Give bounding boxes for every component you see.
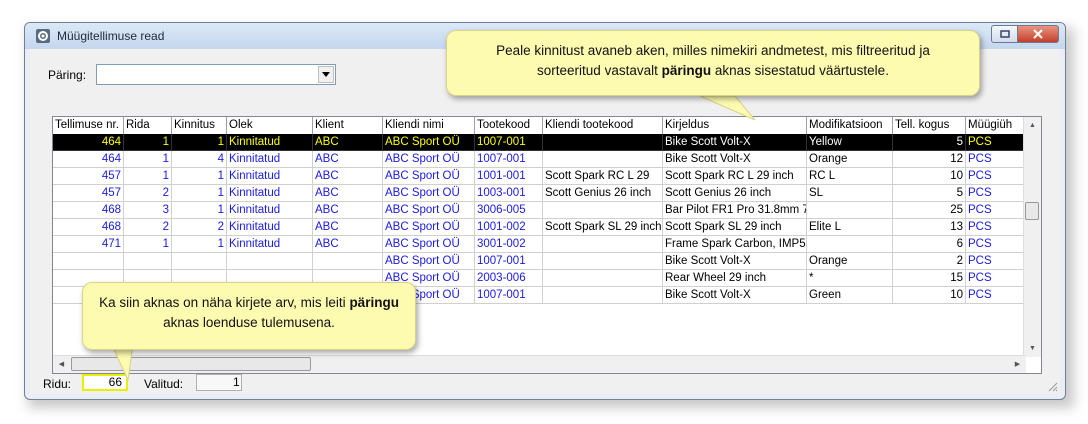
callout-top-bold: päringu: [661, 63, 712, 78]
callout-bottom-text: Ka siin aknas on näha kirjete arv, mis l…: [99, 295, 350, 310]
callout-top-text-end: aknas sisestatud väärtustele.: [711, 63, 889, 78]
callout-top: Peale kinnitust avaneb aken, milles nime…: [446, 30, 980, 96]
callout-bottom-bold: päringu: [349, 295, 399, 310]
callout-bottom: Ka siin aknas on näha kirjete arv, mis l…: [82, 282, 416, 350]
callout-bottom-text-end: aknas loenduse tulemusena.: [163, 315, 335, 330]
